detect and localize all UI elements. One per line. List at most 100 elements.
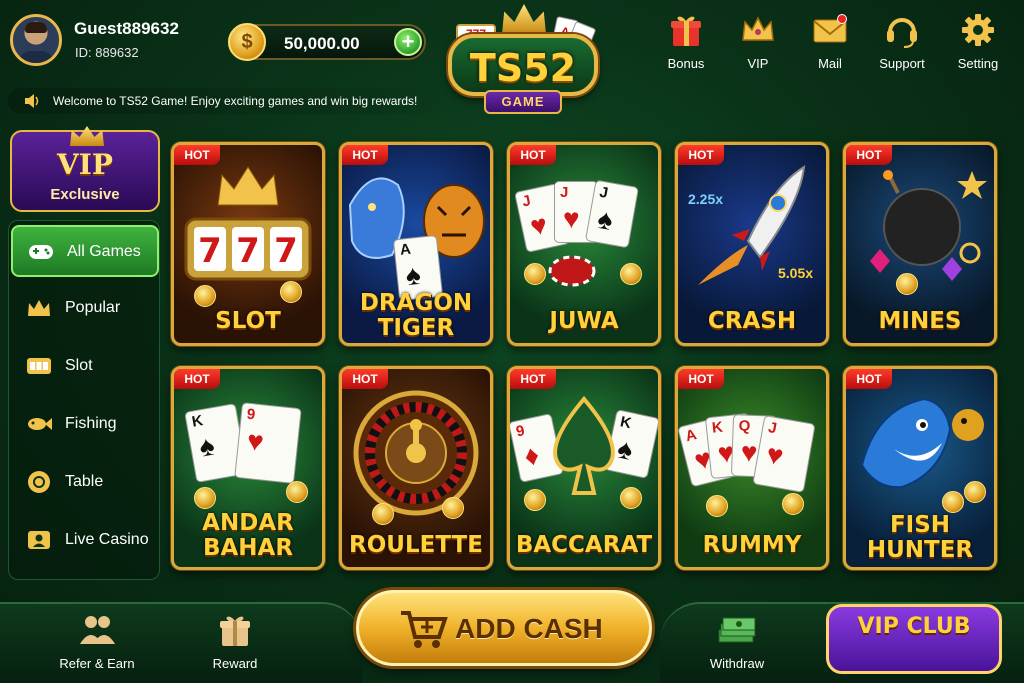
hot-badge: HOT (846, 369, 892, 389)
game-card-dragon-tiger[interactable]: HOT A ♠ DRAGON TIGER (339, 142, 493, 346)
coin-icon (706, 495, 728, 517)
vip-subtitle: Exclusive (50, 186, 120, 203)
game-title: CRASH (707, 308, 797, 334)
nav-vip[interactable]: VIP (722, 10, 794, 71)
game-card-andar-bahar[interactable]: HOT K ♠ 9 ♥ ANDAR BAHAR (171, 366, 325, 570)
coin-icon (964, 481, 986, 503)
sidebar-item-label: Table (65, 473, 104, 490)
withdraw-button[interactable]: Withdraw (692, 612, 782, 671)
sidebar-item-slot[interactable]: Slot (11, 341, 159, 393)
coin-icon (442, 497, 464, 519)
game-title: BACCARAT (515, 532, 653, 558)
sidebar-item-label: All Games (67, 243, 141, 260)
fish-icon (25, 411, 53, 437)
game-title: FISH HUNTER (866, 512, 974, 563)
game-card-juwa[interactable]: HOT J ♥ J ♥ J ♠ JUWA (507, 142, 661, 346)
playing-card-icon: J ♥ (752, 415, 816, 493)
hot-badge: HOT (846, 145, 892, 165)
logo-text: TS52 (469, 46, 577, 90)
hot-badge: HOT (510, 145, 556, 165)
refer-earn-button[interactable]: Refer & Earn (52, 612, 142, 671)
game-card-crash[interactable]: HOT 2.25x 5.05x CRASH (675, 142, 829, 346)
user-name: Guest889632 (74, 19, 179, 38)
nav-support[interactable]: Support (866, 10, 938, 71)
sidebar-item-label: Live Casino (65, 531, 149, 548)
nav-bonus[interactable]: Bonus (650, 10, 722, 71)
vip-club-button[interactable]: VIP CLUB (826, 604, 1002, 674)
sidebar-item-fishing[interactable]: Fishing (11, 399, 159, 451)
hot-badge: HOT (678, 145, 724, 165)
add-cash-button[interactable]: ADD CASH (356, 590, 652, 666)
playing-card-icon: 9 ♥ (234, 402, 302, 484)
game-title: SLOT (215, 308, 281, 334)
game-title: DRAGON TIGER (359, 290, 473, 341)
coin-icon (194, 487, 216, 509)
coin-icon (896, 273, 918, 295)
hot-badge: HOT (342, 145, 388, 165)
hot-badge: HOT (678, 369, 724, 389)
nav-setting[interactable]: Setting (942, 10, 1014, 71)
avatar[interactable] (10, 14, 62, 66)
crown-icon (25, 295, 53, 321)
user-id: ID: 889632 (75, 45, 139, 60)
announcement-text: Welcome to TS52 Game! Enjoy exciting gam… (53, 94, 418, 108)
coin-icon (620, 487, 642, 509)
avatar-hair (25, 22, 47, 33)
coin-icon (286, 481, 308, 503)
notification-dot (837, 14, 847, 24)
cart-icon (399, 607, 449, 651)
bottom-bar: Refer & Earn Reward ADD CASH Withdraw VI… (0, 590, 1024, 683)
svg-text:7: 7 (198, 231, 222, 271)
sidebar-item-popular[interactable]: Popular (11, 283, 159, 335)
headset-icon (882, 10, 922, 50)
sidebar-item-all-games[interactable]: All Games (11, 225, 159, 277)
wallet-balance[interactable]: $ 50,000.00 + (228, 23, 426, 61)
svg-text:7: 7 (236, 231, 260, 271)
sidebar-item-table[interactable]: Table (11, 457, 159, 509)
hot-badge: HOT (174, 369, 220, 389)
avatar-suit (17, 51, 55, 63)
vip-exclusive-banner[interactable]: VIP Exclusive (10, 126, 160, 212)
speaker-icon (24, 93, 42, 109)
game-card-mines[interactable]: HOT MINES (843, 142, 997, 346)
hot-badge: HOT (342, 369, 388, 389)
svg-text:7: 7 (274, 231, 298, 271)
gamepad-icon (27, 239, 55, 265)
hot-badge: HOT (174, 145, 220, 165)
reward-label: Reward (212, 656, 258, 671)
cash-stack-icon (717, 612, 757, 648)
game-title: JUWA (549, 308, 619, 334)
live-dealer-icon (25, 527, 53, 553)
add-balance-button[interactable]: + (394, 28, 422, 56)
poker-chip-icon (25, 469, 53, 495)
game-title: MINES (878, 308, 962, 334)
coin-icon (942, 491, 964, 513)
crash-multiplier-low: 2.25x (688, 191, 724, 207)
logo-subtext: GAME (484, 90, 562, 114)
game-card-rummy[interactable]: HOT A ♥ K ♥ Q ♥ J ♥ RUMMY (675, 366, 829, 570)
coin-icon: $ (228, 23, 266, 61)
users-icon (77, 612, 117, 648)
game-card-slot[interactable]: HOT 7 7 7 SLOT (171, 142, 325, 346)
coin-icon (524, 263, 546, 285)
game-card-baccarat[interactable]: HOT 9 ♦ K ♠ BACCARAT (507, 366, 661, 570)
gear-icon (958, 10, 998, 50)
nav-support-label: Support (879, 56, 925, 71)
nav-setting-label: Setting (957, 56, 999, 71)
game-title: RUMMY (702, 532, 802, 558)
game-card-roulette[interactable]: HOT ROULETTE (339, 366, 493, 570)
refer-earn-label: Refer & Earn (59, 656, 135, 671)
coin-icon (620, 263, 642, 285)
crown-icon (738, 10, 778, 50)
balance-value: 50,000.00 (284, 34, 360, 53)
coin-icon (280, 281, 302, 303)
reward-button[interactable]: Reward (190, 612, 280, 671)
slot-machine-icon (25, 353, 53, 379)
nav-vip-label: VIP (747, 56, 769, 71)
coin-icon (194, 285, 216, 307)
sidebar-item-live-casino[interactable]: Live Casino (11, 515, 159, 567)
add-cash-label: ADD CASH (455, 613, 603, 644)
game-card-fish-hunter[interactable]: HOT FISH HUNTER (843, 366, 997, 570)
game-title: ANDAR BAHAR (202, 510, 294, 561)
nav-mail[interactable]: Mail (794, 10, 866, 71)
